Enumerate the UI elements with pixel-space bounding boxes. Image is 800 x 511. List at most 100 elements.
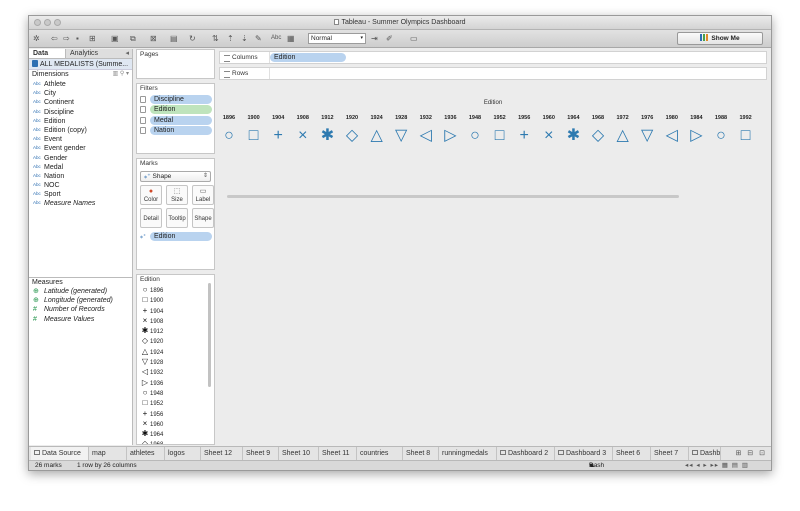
filter-pill[interactable]: Discipline	[140, 94, 212, 104]
minimize-window-button[interactable]	[44, 19, 51, 26]
dimension-field[interactable]: Abc Event	[29, 134, 132, 143]
legend-item[interactable]: +1956	[137, 409, 214, 419]
detail-button[interactable]: Detail	[140, 208, 162, 228]
measure-field[interactable]: ⊕ Longitude (generated)	[29, 296, 132, 305]
shape-mark[interactable]: □	[488, 124, 512, 148]
dimension-field[interactable]: Abc Edition	[29, 116, 132, 125]
search-icon[interactable]: ▥ ⚲ ▾	[113, 70, 129, 79]
pause-updates-icon[interactable]: ▤	[170, 33, 178, 44]
zoom-window-button[interactable]	[54, 19, 61, 26]
sheet-tab[interactable]: Sheet 10	[279, 447, 319, 460]
size-button[interactable]: ⬚ Size	[166, 185, 188, 205]
sheet-tab[interactable]: map	[89, 447, 127, 460]
sheet-tab[interactable]: Sheet 12	[201, 447, 243, 460]
duplicate-icon[interactable]: ⧉	[130, 33, 136, 44]
shape-mark[interactable]: ▽	[389, 124, 413, 148]
legend-item[interactable]: +1904	[137, 306, 214, 316]
sheet-tab[interactable]: Dashboa	[689, 447, 721, 460]
horizontal-scrollbar[interactable]	[227, 195, 679, 198]
color-button[interactable]: ● Color	[140, 185, 162, 205]
dimension-field[interactable]: Abc Measure Names	[29, 198, 132, 207]
sheet-tab[interactable]: Dashboard 3	[555, 447, 613, 460]
filter-pill[interactable]: Nation	[140, 126, 212, 135]
sheet-tab[interactable]: Sheet 7	[651, 447, 689, 460]
shape-mark[interactable]: △	[611, 124, 635, 148]
presentation-icon[interactable]: ▭	[410, 33, 418, 44]
shape-mark[interactable]: ◁	[660, 124, 684, 148]
tab-data[interactable]: Data	[29, 49, 65, 58]
view-size-select[interactable]: Normal ▾	[308, 33, 366, 44]
dimension-field[interactable]: Abc City	[29, 88, 132, 97]
shape-mark[interactable]: ▷	[684, 124, 708, 148]
legend-item[interactable]: ○ 1948	[137, 388, 214, 398]
label-button[interactable]: ▭ Label	[192, 185, 214, 205]
shape-mark[interactable]: □	[242, 124, 266, 148]
fit-icon[interactable]: ▦	[287, 33, 295, 44]
save-icon[interactable]: ▪	[76, 33, 79, 44]
sheet-tab[interactable]: Sheet 11	[319, 447, 357, 460]
back-icon[interactable]: ⇦	[51, 33, 58, 44]
dimension-field[interactable]: Abc Medal	[29, 162, 132, 171]
add-datasource-icon[interactable]: ⊞	[89, 33, 96, 44]
shape-mark[interactable]: +	[512, 124, 536, 148]
shape-mark[interactable]: ◇	[586, 124, 610, 148]
dimension-field[interactable]: Abc Discipline	[29, 107, 132, 116]
legend-item[interactable]: × 1908	[137, 316, 214, 326]
shape-mark[interactable]: ✱	[561, 124, 585, 148]
dimension-field[interactable]: Abc Event gender	[29, 143, 132, 152]
sheet-pager-icons[interactable]: ◂◂ ◂ ▸ ▸▸ ▦ ▤ ▥	[685, 461, 749, 470]
show-me-button[interactable]: Show Me	[677, 32, 763, 45]
dimension-field[interactable]: Abc Athlete	[29, 79, 132, 88]
close-window-button[interactable]	[34, 19, 41, 26]
sort-ascending-icon[interactable]: ⇡	[227, 33, 234, 44]
legend-item[interactable]: × 1960	[137, 419, 214, 429]
labels-abc-button[interactable]: Abc	[271, 33, 281, 44]
fix-axes-icon[interactable]: ⇥	[371, 33, 378, 44]
clear-icon[interactable]: ⊠	[150, 33, 157, 44]
legend-item[interactable]: ◇ 1920	[137, 336, 214, 346]
legend-item[interactable]: △ 1924	[137, 347, 214, 357]
dimension-field[interactable]: Abc Gender	[29, 153, 132, 162]
shape-mark[interactable]: ○	[217, 124, 241, 148]
datasource-item[interactable]: ALL MEDALISTS (Summe...	[29, 59, 132, 70]
shape-mark[interactable]: ▽	[635, 124, 659, 148]
measure-field[interactable]: ⊕ Latitude (generated)	[29, 287, 132, 296]
measure-field[interactable]: # Measure Values	[29, 315, 132, 324]
measure-field[interactable]: # Number of Records	[29, 305, 132, 314]
rows-shelf[interactable]: Rows	[219, 67, 767, 80]
shape-mark[interactable]: □	[734, 124, 758, 148]
legend-item[interactable]: ◇1968	[137, 439, 214, 444]
tooltip-button[interactable]: Tooltip	[166, 208, 188, 228]
sheet-tab[interactable]: countries	[357, 447, 403, 460]
forward-icon[interactable]: ⇨	[63, 33, 70, 44]
legend-item[interactable]: □ 1952	[137, 398, 214, 408]
shape-mark[interactable]: ×	[291, 124, 315, 148]
swap-icon[interactable]: ⇅	[212, 33, 219, 44]
sheet-tab[interactable]: athletes	[127, 447, 165, 460]
filter-pill[interactable]: Medal	[140, 115, 212, 125]
tab-analytics[interactable]: Analytics	[65, 49, 132, 59]
shape-mark[interactable]: ×	[537, 124, 561, 148]
columns-pill-edition[interactable]: Edition	[270, 53, 346, 62]
new-worksheet-icon[interactable]: ▣	[111, 33, 119, 44]
dimension-field[interactable]: Abc NOC	[29, 180, 132, 189]
pages-card[interactable]: Pages	[136, 49, 215, 79]
shape-mark[interactable]: ✱	[315, 124, 339, 148]
dimension-field[interactable]: Abc Sport	[29, 189, 132, 198]
viz-canvas[interactable]: Edition 1896 ○ 1900 □ 1904 +1908 × 1912 ✱ 1920 ◇ 19…	[219, 96, 767, 443]
shape-button[interactable]: Shape	[192, 208, 214, 228]
shape-mark[interactable]: ◇	[340, 124, 364, 148]
legend-item[interactable]: ○ 1896	[137, 285, 214, 295]
sheet-tab[interactable]: runningmedals	[439, 447, 497, 460]
legend-item[interactable]: ✱ 1964	[137, 429, 214, 439]
sheet-tab[interactable]: logos	[165, 447, 201, 460]
columns-shelf[interactable]: Columns Edition	[219, 51, 767, 64]
annotate-icon[interactable]: ✐	[386, 33, 393, 44]
mark-type-select[interactable]: ⁎⁺ Shape ⇕	[140, 171, 211, 182]
new-sheet-icon[interactable]: ⊞ ⊟ ⊡	[736, 449, 768, 457]
legend-item[interactable]: ▽ 1928	[137, 357, 214, 367]
legend-item[interactable]: ◁ 1932	[137, 367, 214, 377]
dimension-field[interactable]: Abc Edition (copy)	[29, 125, 132, 134]
legend-item[interactable]: ✱ 1912	[137, 326, 214, 336]
shape-mark[interactable]: ○	[709, 124, 733, 148]
